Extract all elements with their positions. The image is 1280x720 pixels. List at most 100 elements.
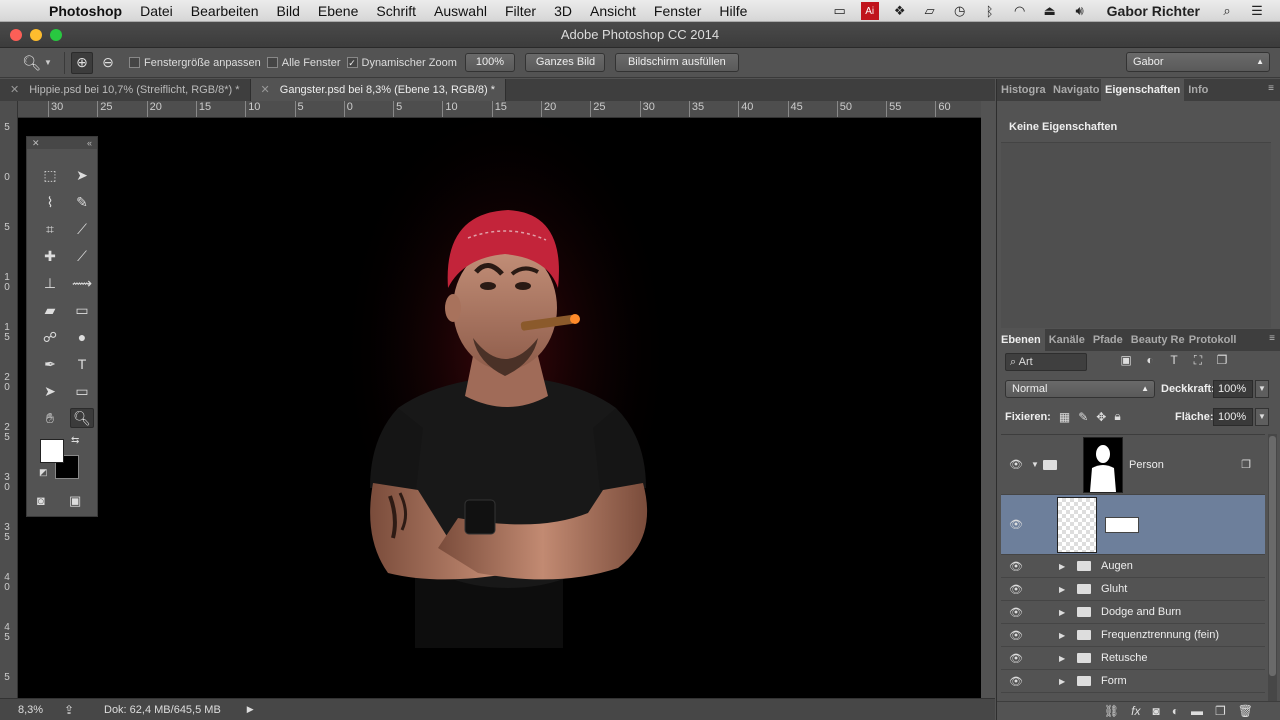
expand-arrow-icon[interactable]: ▶ <box>1059 562 1069 571</box>
lock-all-icon[interactable]: 🔒︎ <box>1114 409 1120 424</box>
pen-tool-icon[interactable]: ✒ <box>38 354 62 374</box>
tool-preset-caret-icon[interactable]: ▼ <box>44 58 58 67</box>
trash-icon[interactable]: 🗑︎ <box>1238 704 1253 718</box>
fit-window-checkbox[interactable]: Fenstergröße anpassen <box>129 57 261 69</box>
close-tab-icon[interactable]: ✕ <box>10 84 19 96</box>
menu-ebene[interactable]: Ebene <box>309 3 367 19</box>
brush-tool-icon[interactable]: ⟋ <box>70 246 94 266</box>
lasso-tool-icon[interactable]: ⌇ <box>38 192 62 212</box>
dropbox-icon[interactable]: ❖ <box>885 0 915 22</box>
layer-group-retusche[interactable]: 👁︎ ▶ Retusche <box>1001 647 1265 670</box>
opacity-input[interactable]: 100% <box>1213 380 1253 398</box>
user-name[interactable]: Gabor Richter <box>1095 0 1212 22</box>
share-icon[interactable]: ⇪ <box>64 703 94 717</box>
filter-smart-object-icon[interactable]: ❐ <box>1213 353 1231 368</box>
marquee-tool-icon[interactable]: ⬚ <box>38 165 62 185</box>
document-canvas[interactable] <box>18 118 981 698</box>
tab-history[interactable]: Protokoll <box>1185 329 1241 351</box>
eyedropper-tool-icon[interactable]: ⟋ <box>70 219 94 239</box>
menu-app[interactable]: Photoshop <box>40 3 131 19</box>
dynamic-zoom-checkbox[interactable]: ✓ Dynamischer Zoom <box>346 57 457 69</box>
volume-icon[interactable]: 🔊︎ <box>1065 0 1095 22</box>
minimize-window-button[interactable] <box>30 29 42 41</box>
healing-brush-tool-icon[interactable]: ✚ <box>38 246 62 266</box>
path-select-tool-icon[interactable]: ➤ <box>38 381 62 401</box>
layer-filter-select[interactable]: ⌕ Art <box>1005 353 1087 371</box>
tab-layers[interactable]: Ebenen <box>997 329 1045 351</box>
stamp-tool-icon[interactable]: ⊥ <box>38 273 62 293</box>
all-windows-checkbox[interactable]: Alle Fenster <box>266 57 341 69</box>
dodge-tool-icon[interactable]: ● <box>70 327 94 347</box>
lock-transparency-icon[interactable]: ▦ <box>1059 410 1070 424</box>
zoom-tool-icon[interactable]: 🔍︎ <box>22 54 44 72</box>
zoom-100-button[interactable]: 100% <box>464 53 515 72</box>
menu-schrift[interactable]: Schrift <box>367 3 425 19</box>
panel-menu-icon[interactable]: ≡ <box>1269 333 1275 344</box>
doc-tab-hippie[interactable]: ✕ Hippie.psd bei 10,7% (Streiflicht, RGB/… <box>0 79 251 101</box>
new-group-icon[interactable]: ▬ <box>1191 704 1203 718</box>
zoom-out-button[interactable]: ⊖ <box>97 52 119 74</box>
close-panel-icon[interactable]: ✕ <box>32 137 40 149</box>
expand-arrow-icon[interactable]: ▶ <box>1059 654 1069 663</box>
screen-mode-icon[interactable]: ▣ <box>69 493 81 509</box>
foreground-color-swatch[interactable] <box>40 439 64 463</box>
new-layer-icon[interactable]: ❐ <box>1215 704 1226 718</box>
filter-shape-icon[interactable]: ⛶ <box>1189 353 1207 368</box>
rectangle-tool-icon[interactable]: ▭ <box>70 381 94 401</box>
layer-name-input[interactable] <box>1105 516 1139 533</box>
tab-channels[interactable]: Kanäle <box>1045 329 1089 351</box>
eye-icon[interactable]: 👁︎ <box>1001 518 1031 531</box>
eraser-tool-icon[interactable]: ▰ <box>38 300 62 320</box>
eye-icon[interactable]: 👁︎ <box>1001 675 1031 688</box>
adjustment-layer-icon[interactable]: ◐ <box>1172 704 1179 718</box>
canvas-scrollbar[interactable] <box>981 101 995 698</box>
zoom-level[interactable]: 8,3% <box>18 704 58 716</box>
maximize-window-button[interactable] <box>50 29 62 41</box>
type-tool-icon[interactable]: T <box>70 354 94 374</box>
airplay-icon[interactable]: ▱ <box>915 0 945 22</box>
filter-type-icon[interactable]: T <box>1165 353 1183 368</box>
timemachine-icon[interactable]: ◷ <box>945 0 975 22</box>
eye-icon[interactable]: 👁︎ <box>1001 560 1031 573</box>
layer-selected[interactable]: 👁︎ <box>1001 495 1265 555</box>
menu-fenster[interactable]: Fenster <box>645 3 710 19</box>
quick-select-tool-icon[interactable]: ✎ <box>70 192 94 212</box>
smudge-tool-icon[interactable]: ☍ <box>38 327 62 347</box>
fill-screen-button[interactable]: Bildschirm ausfüllen <box>614 53 739 72</box>
blend-mode-select[interactable]: Normal ▲ <box>1005 380 1155 398</box>
filter-pixel-icon[interactable]: ▣ <box>1117 353 1135 368</box>
tab-paths[interactable]: Pfade <box>1089 329 1127 351</box>
expand-arrow-icon[interactable]: ▶ <box>1059 585 1069 594</box>
eye-icon[interactable]: 👁︎ <box>1001 652 1031 665</box>
layer-group-gluht[interactable]: 👁︎ ▶ Gluht <box>1001 578 1265 601</box>
fx-icon[interactable]: fx <box>1131 704 1140 718</box>
spotlight-icon[interactable]: ⌕ <box>1212 0 1242 22</box>
hand-tool-icon[interactable]: ✋︎ <box>38 408 62 428</box>
layer-thumbnail[interactable] <box>1057 496 1097 553</box>
layer-group-augen[interactable]: 👁︎ ▶ Augen <box>1001 555 1265 578</box>
menu-filter[interactable]: Filter <box>496 3 545 19</box>
eye-icon[interactable]: 👁︎ <box>1001 629 1031 642</box>
layer-group-dodge-burn[interactable]: 👁︎ ▶ Dodge and Burn <box>1001 601 1265 624</box>
fill-input[interactable]: 100% <box>1213 408 1253 426</box>
lock-position-icon[interactable]: ✥ <box>1096 410 1106 424</box>
tab-info[interactable]: Info <box>1184 79 1212 101</box>
panel-menu-icon[interactable]: ≡ <box>1268 83 1274 94</box>
vertical-ruler[interactable]: 5 0 5 1 0 1 5 2 0 2 5 3 0 3 5 4 0 4 5 5 <box>0 101 18 698</box>
expand-arrow-icon[interactable]: ▶ <box>1059 631 1069 640</box>
close-window-button[interactable] <box>10 29 22 41</box>
layer-group-form[interactable]: 👁︎ ▶ Form <box>1001 670 1265 693</box>
smart-filter-icon[interactable]: ❐ <box>1241 458 1251 471</box>
tab-properties[interactable]: Eigenschaften <box>1101 79 1185 101</box>
opacity-dropdown-icon[interactable]: ▼ <box>1255 380 1269 398</box>
menu-hilfe[interactable]: Hilfe <box>710 3 756 19</box>
wifi-icon[interactable]: ◠ <box>1005 0 1035 22</box>
default-colors-icon[interactable]: ◩ <box>39 467 48 478</box>
doc-tab-gangster[interactable]: ✕ Gangster.psd bei 8,3% (Ebene 13, RGB/8)… <box>250 79 507 101</box>
zoom-tool-icon[interactable]: 🔍︎ <box>70 408 94 428</box>
bluetooth-icon[interactable]: ᛒ <box>975 0 1005 22</box>
menu-ansicht[interactable]: Ansicht <box>581 3 645 19</box>
eye-icon[interactable]: 👁︎ <box>1001 606 1031 619</box>
quick-mask-icon[interactable]: ◙ <box>37 493 45 508</box>
menu-bild[interactable]: Bild <box>268 3 309 19</box>
